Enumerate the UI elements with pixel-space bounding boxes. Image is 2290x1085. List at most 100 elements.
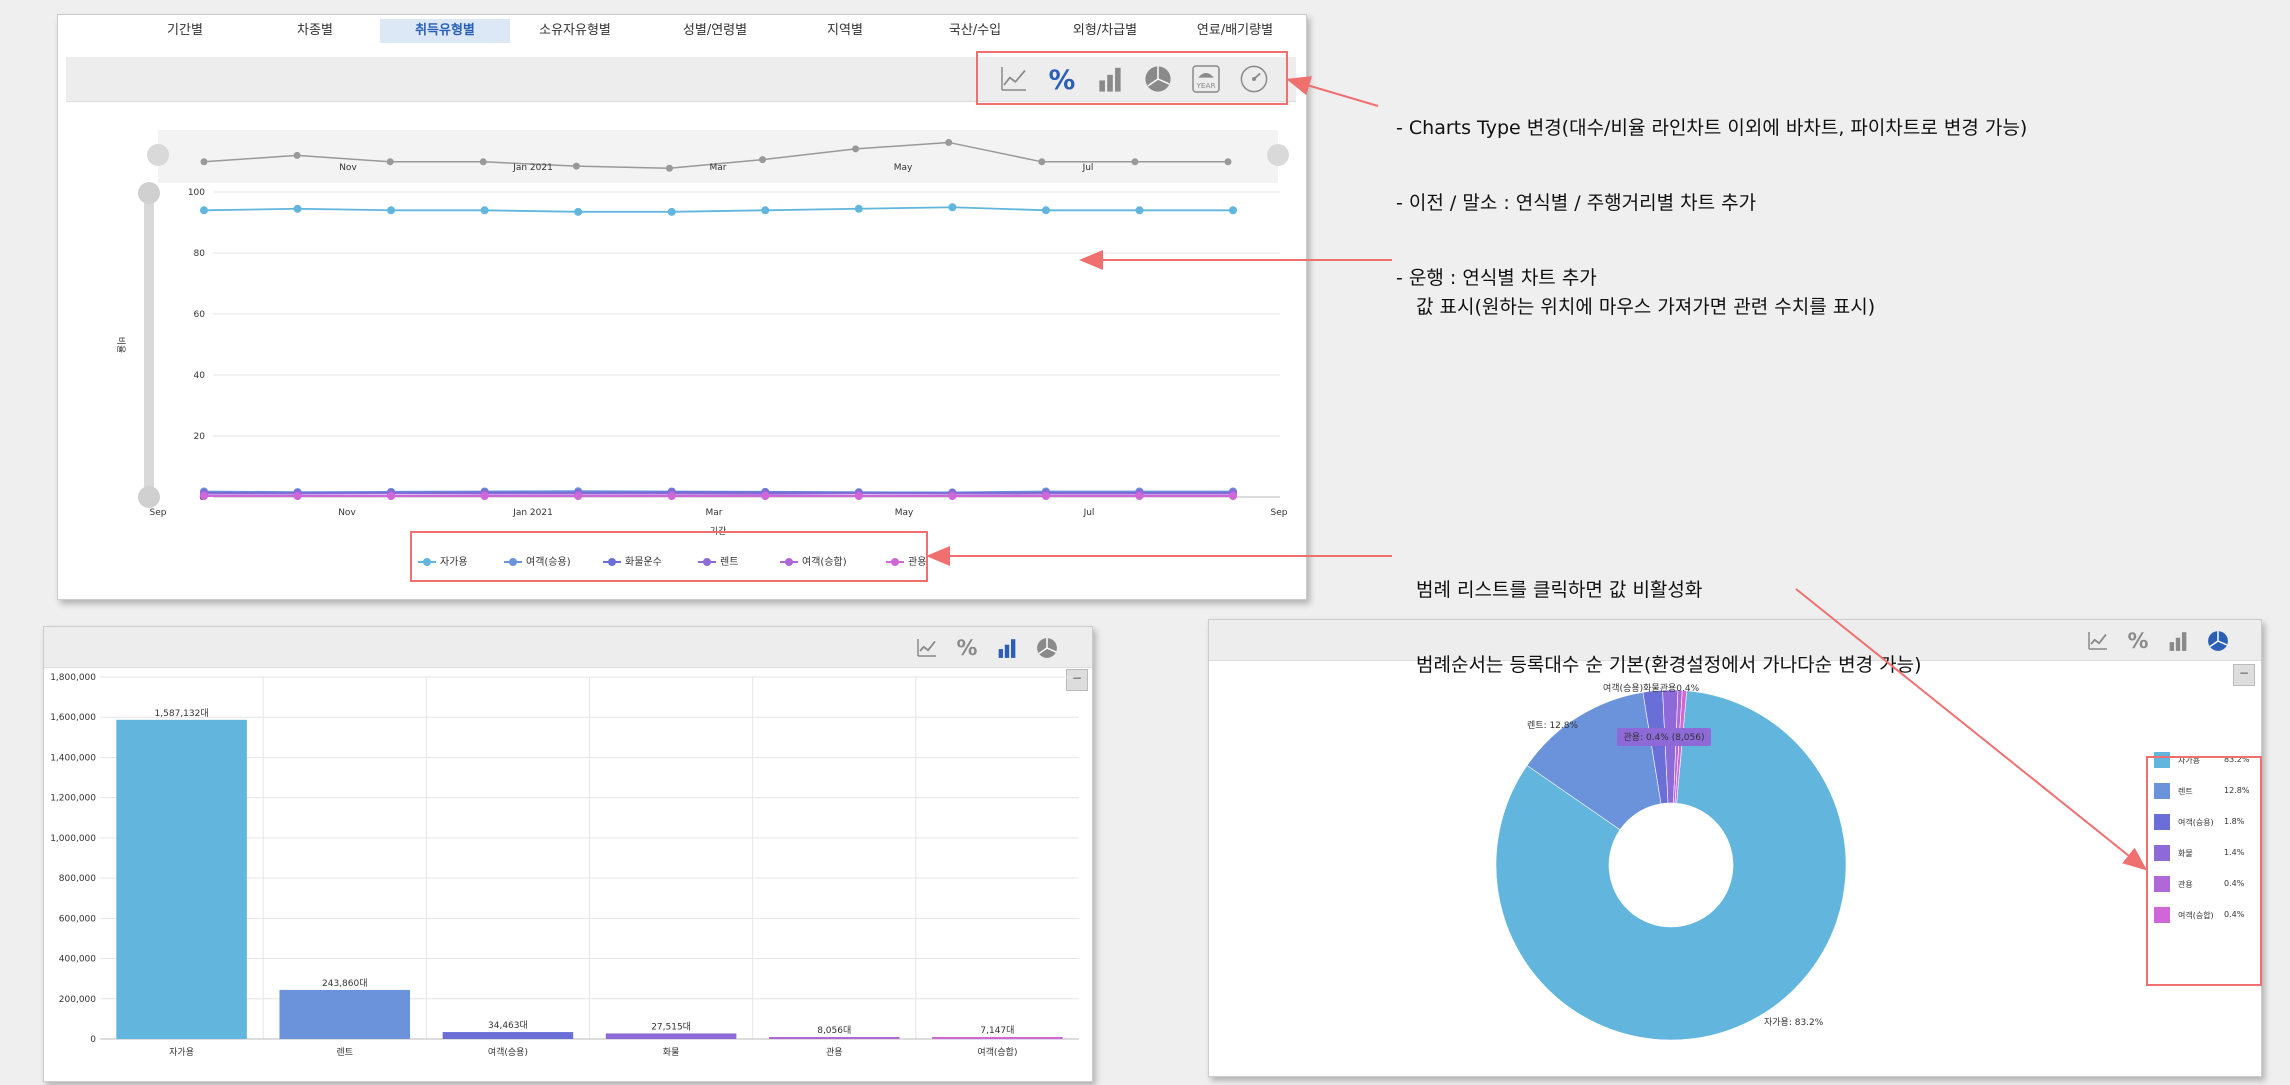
x-tick-label: May	[895, 508, 914, 518]
toolbar-highlight-box	[976, 51, 1288, 105]
series-point	[948, 492, 957, 501]
series-point	[1041, 206, 1050, 215]
pie-label-main: 자가용: 83.2%	[1764, 1017, 1824, 1028]
y-tick-label: 60	[194, 310, 206, 320]
category-label: 여객(승합)	[977, 1046, 1017, 1058]
series-point	[1041, 492, 1050, 501]
navigator-point	[1131, 158, 1139, 166]
bar-value-label: 7,147대	[980, 1025, 1014, 1036]
range-navigator	[158, 130, 1278, 183]
series-point	[1229, 206, 1237, 215]
note-line: 값 표시(원하는 위치에 마우스 가져가면 관련 수치를 표시)	[1416, 296, 1876, 318]
navigator-point	[945, 138, 953, 146]
x-tick-label: Jan 2021	[512, 508, 553, 518]
y-tick-label: 40	[194, 371, 206, 381]
category-label: 관용	[826, 1047, 843, 1058]
bar-4[interactable]	[768, 1037, 900, 1039]
series-point	[387, 492, 396, 501]
series-point	[854, 204, 863, 213]
y-tick-label: 400,000	[59, 955, 96, 965]
bar-value-label: 8,056대	[817, 1025, 851, 1036]
bar-chart: 0 200,000 400,000 600,000 800,000 1,000,000 1,…	[50, 673, 1079, 1058]
navigator-point	[479, 158, 487, 166]
y-tick-label: 200,000	[59, 995, 96, 1005]
note-line: 범례 리스트를 클릭하면 값 비활성화	[1416, 579, 1703, 601]
navigator-point	[1224, 158, 1232, 166]
x-tick-label: Sep	[1271, 508, 1288, 518]
navigator-point	[665, 164, 673, 172]
bar-value-label: 34,463대	[488, 1020, 528, 1031]
series-point	[293, 492, 302, 501]
bar-chart-panel: % − 0 200,000 400,000 600,000 800,000 1,000,0…	[43, 626, 1093, 1082]
series-point	[854, 492, 863, 501]
y-range-slider	[144, 197, 154, 507]
series-point	[200, 492, 208, 501]
x-tick-label: Mar	[706, 508, 723, 518]
bar-3[interactable]	[605, 1033, 737, 1039]
series-point	[574, 492, 583, 501]
note-line: 범례순서는 등록대수 순 기본(환경설정에서 가나다순 변경 가능)	[1416, 654, 1922, 676]
y-tick-label: 1,800,000	[50, 673, 96, 683]
pie-tooltip-text: 관용: 0.4% (8,056)	[1624, 732, 1705, 743]
x-tick-label: Jul	[1083, 508, 1095, 518]
bar-5[interactable]	[932, 1037, 1063, 1039]
x-tick-label: Sep	[150, 508, 167, 518]
legend-highlight-box	[410, 531, 928, 582]
series-point	[387, 206, 396, 215]
bar-value-label: 27,515대	[651, 1021, 691, 1032]
category-label: 여객(승용)	[488, 1046, 528, 1058]
bar-0[interactable]	[116, 719, 247, 1039]
navigator-handle-left	[147, 144, 169, 166]
category-label: 렌트	[336, 1047, 353, 1058]
bar-value-label: 243,860대	[322, 978, 368, 989]
navigator-tick: Nov	[339, 163, 357, 173]
series-point	[761, 206, 770, 215]
navigator-point	[852, 145, 860, 153]
pie-label-rent: 렌트: 12.8%	[1527, 720, 1578, 731]
y-tick-label: 600,000	[59, 914, 96, 924]
bar-2[interactable]	[442, 1032, 574, 1039]
y-tick-label: 100	[188, 188, 205, 198]
series-point	[948, 203, 957, 212]
bar-1[interactable]	[279, 989, 411, 1039]
bar-value-label: 1,587,132대	[155, 708, 209, 719]
y-tick-label: 800,000	[59, 874, 96, 884]
series-point	[1135, 492, 1144, 501]
series-point	[667, 207, 676, 216]
y-tick-label: 80	[194, 249, 206, 259]
navigator-point	[759, 156, 767, 164]
pie-legend-highlight-box	[2146, 756, 2262, 986]
value-display-note: 값 표시(원하는 위치에 마우스 가져가면 관련 수치를 표시)	[1416, 245, 1875, 345]
series-point	[480, 492, 489, 501]
navigator-tick: Mar	[710, 163, 727, 173]
navigator-point	[386, 158, 394, 166]
series-point	[1135, 206, 1144, 215]
navigator-tick: May	[894, 163, 913, 173]
y-tick-label: 20	[194, 432, 206, 442]
series-point	[1229, 492, 1237, 501]
series-point	[480, 206, 489, 215]
note-line: - 이전 / 말소 : 연식별 / 주행거리별 차트 추가	[1396, 192, 1757, 214]
navigator-point	[200, 158, 208, 166]
slider-handle-bottom	[138, 486, 160, 508]
category-label: 자가용	[169, 1047, 194, 1058]
category-label: 화물	[663, 1047, 680, 1058]
slider-handle-top	[138, 182, 160, 204]
y-tick-label: 1,000,000	[50, 834, 96, 844]
navigator-point	[572, 162, 580, 170]
legend-note: 범례 리스트를 클릭하면 값 비활성화 범례순서는 등록대수 순 기본(환경설정…	[1416, 528, 1922, 703]
series-point	[761, 492, 770, 501]
series-point	[667, 492, 676, 501]
series-line-0	[203, 206, 1233, 213]
series-point	[200, 206, 208, 215]
series-point	[293, 204, 302, 213]
y-tick-label: 0	[90, 1035, 96, 1045]
navigator-tick: Jul	[1082, 163, 1094, 173]
navigator-point	[1038, 158, 1046, 166]
y-tick-label: 1,400,000	[50, 753, 96, 763]
series-point	[574, 207, 583, 216]
y-tick-label: 1,600,000	[50, 713, 96, 723]
navigator-handle-right	[1267, 144, 1289, 166]
y-tick-label: 1,200,000	[50, 794, 96, 804]
note-line: - Charts Type 변경(대수/비율 라인차트 이외에 바차트, 파이차…	[1396, 117, 2028, 139]
